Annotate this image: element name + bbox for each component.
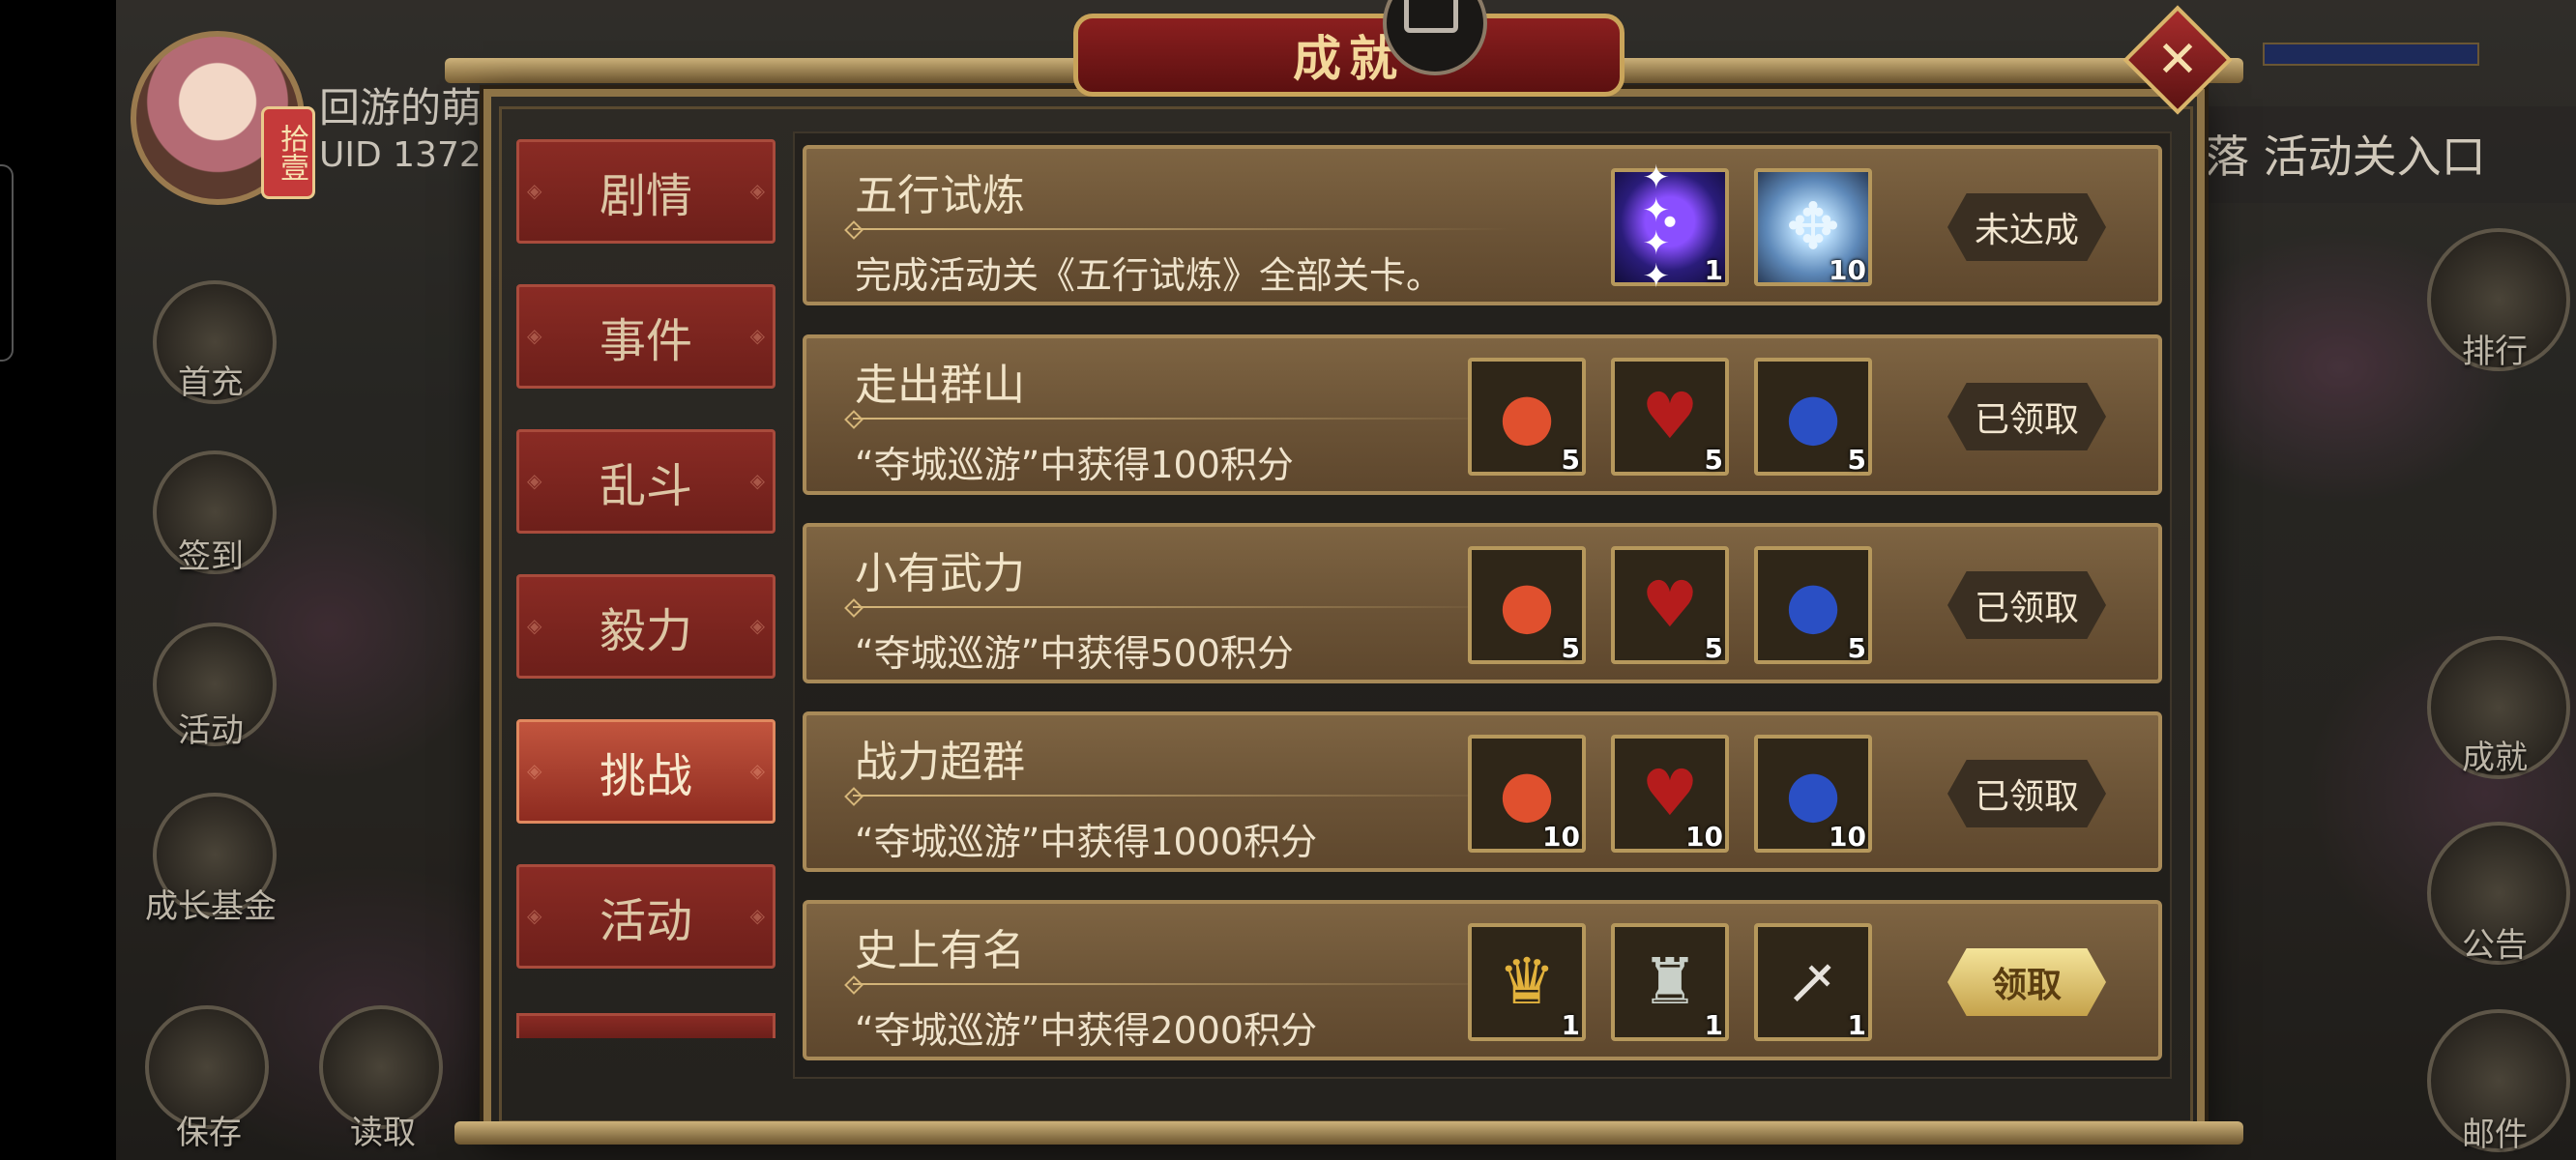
tab-label: 事件 xyxy=(599,314,692,368)
red-fruit-icon: ● xyxy=(1499,379,1555,453)
modal-bottom-rail xyxy=(454,1121,2243,1145)
row-divider xyxy=(853,795,1510,797)
tab-activity[interactable]: 活动 xyxy=(516,864,776,969)
reward-slot[interactable]: ● 5 xyxy=(1468,546,1586,664)
achievement-row: 五行试炼 完成活动关《五行试炼》全部关卡。 ✦ ✦ ✦ ✦ 1 ✥ 10 未达成 xyxy=(803,145,2162,305)
reward-count: 10 xyxy=(1685,821,1723,853)
reward-count: 10 xyxy=(1829,254,1866,286)
hud-label: 读取 xyxy=(350,1114,416,1152)
blue-fruit-icon: ● xyxy=(1785,567,1841,642)
reward-slot[interactable]: ● 5 xyxy=(1468,358,1586,476)
reward-slot[interactable]: ♥ 5 xyxy=(1611,546,1729,664)
achievement-row: 小有武力 “夺城巡游”中获得500积分 ● 5 ♥ 5 ● 5 已领取 xyxy=(803,523,2162,683)
golden-helmet-icon: ♛ xyxy=(1498,944,1556,1019)
hud-label: 邮件 xyxy=(2462,1116,2528,1154)
status-claimed-button[interactable]: 已领取 xyxy=(1947,760,2106,827)
status-not-achieved-button[interactable]: 未达成 xyxy=(1947,193,2106,261)
tab-label: 挑战 xyxy=(599,749,692,803)
tab-partial-hidden[interactable] xyxy=(516,1013,776,1038)
achievement-desc: “夺城巡游”中获得2000积分 xyxy=(855,1009,1318,1052)
hud-label: 签到 xyxy=(178,537,244,576)
achievement-desc: “夺城巡游”中获得100积分 xyxy=(855,444,1294,486)
tab-label: 活动 xyxy=(599,894,692,948)
hud-label: 成长基金 xyxy=(145,887,277,926)
red-pouch-icon: ♥ xyxy=(1641,567,1699,642)
achievement-name: 战力超群 xyxy=(855,738,1025,787)
hud-label: 公告 xyxy=(2462,926,2528,965)
status-claimed-button[interactable]: 已领取 xyxy=(1947,383,2106,450)
reward-count: 5 xyxy=(1704,444,1723,476)
reward-slot[interactable]: ● 10 xyxy=(1754,735,1872,853)
hud-label: 成就 xyxy=(2462,739,2528,777)
reward-slot[interactable]: ● 5 xyxy=(1754,546,1872,664)
tab-challenge[interactable]: 挑战 xyxy=(516,719,776,824)
hud-label: 保存 xyxy=(176,1114,242,1152)
tab-label: 剧情 xyxy=(599,169,692,223)
reward-count: 5 xyxy=(1847,444,1866,476)
sword-icon: † xyxy=(1778,947,1848,1017)
blue-fruit-icon: ● xyxy=(1785,756,1841,830)
achievement-desc: “夺城巡游”中获得500积分 xyxy=(855,632,1294,675)
achievement-name: 小有武力 xyxy=(855,549,1025,598)
screen-edge-marker xyxy=(0,164,14,362)
reward-slot[interactable]: † 1 xyxy=(1754,923,1872,1041)
tab-label: 毅力 xyxy=(599,604,692,658)
hud-label: 活动 xyxy=(178,711,244,750)
reward-slot[interactable]: ● 5 xyxy=(1754,358,1872,476)
tab-perseverance[interactable]: 毅力 xyxy=(516,574,776,679)
reward-slot[interactable]: ♛ 1 xyxy=(1468,923,1586,1041)
reward-slot[interactable]: ♥ 10 xyxy=(1611,735,1729,853)
status-claimed-button[interactable]: 已领取 xyxy=(1947,571,2106,639)
reward-count: 5 xyxy=(1847,632,1866,664)
achievement-desc: “夺城巡游”中获得1000积分 xyxy=(855,821,1318,863)
reward-slot[interactable]: ✦ ✦ ✦ ✦ 1 xyxy=(1611,161,1729,293)
progress-bar xyxy=(2263,43,2479,66)
achievement-name: 走出群山 xyxy=(855,361,1025,410)
reward-count: 1 xyxy=(1847,1009,1866,1041)
claim-button[interactable]: 领取 xyxy=(1947,948,2106,1016)
achievement-row: 战力超群 “夺城巡游”中获得1000积分 ● 10 ♥ 10 ● 10 已领取 xyxy=(803,711,2162,872)
achievement-desc: 完成活动关《五行试炼》全部关卡。 xyxy=(855,254,1444,297)
row-divider xyxy=(853,606,1510,608)
tab-story[interactable]: 剧情 xyxy=(516,139,776,244)
reward-slot[interactable]: ✥ 10 xyxy=(1754,168,1872,286)
tab-event[interactable]: 事件 xyxy=(516,284,776,389)
helmet-emblem-detail xyxy=(1404,0,1458,33)
player-uid: UID 1372 xyxy=(319,135,482,175)
achievement-name: 史上有名 xyxy=(855,926,1025,975)
row-divider xyxy=(853,228,1510,230)
tab-brawl[interactable]: 乱斗 xyxy=(516,429,776,534)
red-pouch-icon: ♥ xyxy=(1641,379,1699,453)
reward-count: 1 xyxy=(1704,1009,1723,1041)
reward-count: 1 xyxy=(1561,1009,1580,1041)
reward-count: 1 xyxy=(1704,254,1723,286)
row-divider xyxy=(853,983,1510,985)
ice-crystal-icon: ✥ xyxy=(1786,189,1840,264)
tab-label: 乱斗 xyxy=(599,459,692,513)
red-fruit-icon: ● xyxy=(1499,756,1555,830)
hud-label: 首充 xyxy=(178,363,244,402)
red-fruit-icon: ● xyxy=(1499,567,1555,642)
achievement-row: 史上有名 “夺城巡游”中获得2000积分 ♛ 1 ♜ 1 † 1 领取 xyxy=(803,900,2162,1060)
hud-label: 排行 xyxy=(2462,333,2528,371)
blue-fruit-icon: ● xyxy=(1785,379,1841,453)
achievement-name: 五行试炼 xyxy=(855,171,1025,220)
armor-icon: ♜ xyxy=(1641,944,1699,1019)
reward-slot[interactable]: ♜ 1 xyxy=(1611,923,1729,1041)
reward-count: 10 xyxy=(1829,821,1866,853)
five-elements-orbs-icon: ✦ ✦ ✦ ✦ xyxy=(1642,159,1671,296)
modal-title-plate: 成就 xyxy=(1073,14,1625,97)
row-divider xyxy=(853,418,1510,420)
player-name: 回游的萌 xyxy=(319,84,483,131)
reward-count: 10 xyxy=(1542,821,1580,853)
reward-slot[interactable]: ● 10 xyxy=(1468,735,1586,853)
reward-count: 5 xyxy=(1561,632,1580,664)
avatar-tag: 拾壹 xyxy=(261,106,315,199)
reward-slot[interactable]: ♥ 5 xyxy=(1611,358,1729,476)
red-pouch-icon: ♥ xyxy=(1641,756,1699,830)
reward-count: 5 xyxy=(1561,444,1580,476)
reward-count: 5 xyxy=(1704,632,1723,664)
event-entry-text: 落 活动关入口 xyxy=(2205,130,2486,183)
achievement-row: 走出群山 “夺城巡游”中获得100积分 ● 5 ♥ 5 ● 5 已领取 xyxy=(803,334,2162,495)
